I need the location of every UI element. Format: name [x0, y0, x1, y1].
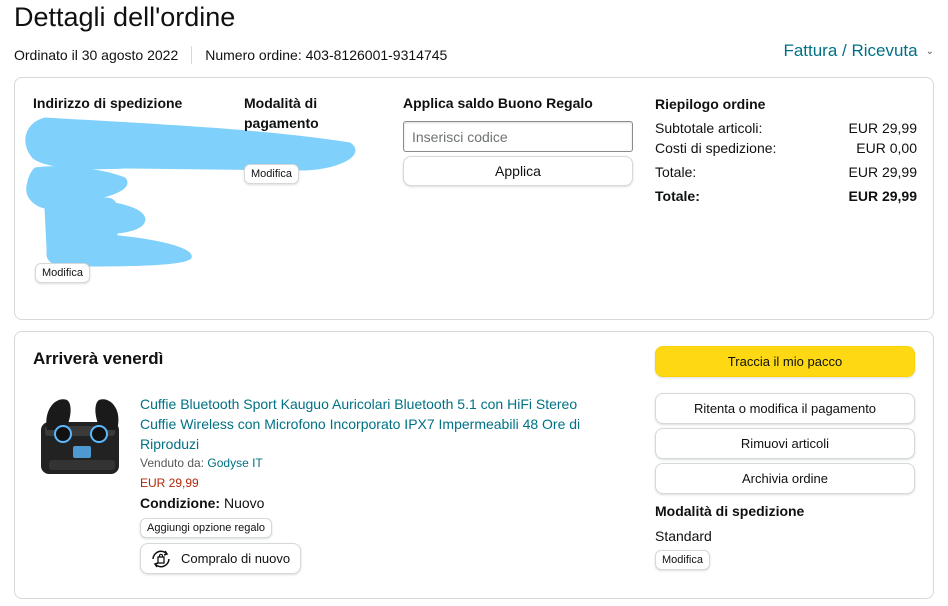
delivery-estimate-heading: Arriverà venerdì	[33, 349, 164, 368]
summary-row-grand-total: Totale: EUR 29,99	[655, 188, 917, 204]
order-date: Ordinato il 30 agosto 2022	[14, 47, 179, 63]
shipping-method-heading: Modalità di spedizione	[655, 503, 805, 519]
summary-row-shipping: Costi di spedizione: EUR 0,00	[655, 140, 917, 156]
add-gift-option-button[interactable]: Aggiungi opzione regalo	[140, 518, 273, 538]
seller-link[interactable]: Godyse IT	[207, 456, 262, 470]
buy-again-icon	[152, 550, 170, 567]
shipping-address-modify-button[interactable]: Modifica	[35, 263, 90, 283]
payment-method-heading: Modalità di pagamento	[244, 93, 319, 133]
product-image[interactable]	[37, 390, 127, 490]
invoice-link-label: Fattura / Ricevuta	[783, 41, 918, 60]
condition-label: Condizione:	[140, 495, 221, 511]
invoice-dropdown[interactable]: Fattura / Ricevuta ⌄	[783, 41, 934, 61]
track-package-button[interactable]: Traccia il mio pacco	[655, 346, 915, 377]
shipping-method-modify-button[interactable]: Modifica	[655, 550, 710, 570]
order-summary-heading: Riepilogo ordine	[655, 96, 766, 112]
meta-divider	[191, 46, 193, 64]
gift-card-heading: Applica saldo Buono Regalo	[403, 95, 593, 111]
summary-row-subtotal: Subtotale articoli: EUR 29,99	[655, 120, 917, 136]
retry-payment-button[interactable]: Ritenta o modifica il pagamento	[655, 393, 915, 424]
summary-row-total: Totale: EUR 29,99	[655, 164, 917, 180]
product-title-link[interactable]: Cuffie Bluetooth Sport Kauguo Auricolari…	[140, 394, 610, 454]
order-number: Numero ordine: 403-8126001-9314745	[205, 47, 448, 63]
remove-items-button[interactable]: Rimuovi articoli	[655, 428, 915, 459]
sold-by: Venduto da: Godyse IT	[140, 456, 263, 470]
apply-gift-button[interactable]: Applica	[403, 156, 633, 186]
sold-by-label: Venduto da:	[140, 456, 205, 470]
order-meta: Ordinato il 30 agosto 2022 Numero ordine…	[14, 46, 447, 64]
page-title: Dettagli dell'ordine	[14, 2, 236, 32]
product-condition: Condizione: Nuovo	[140, 495, 264, 511]
archive-order-button[interactable]: Archivia ordine	[655, 463, 915, 494]
condition-value: Nuovo	[224, 495, 265, 511]
payment-heading-line2: pagamento	[244, 115, 319, 131]
payment-heading-line1: Modalità di	[244, 95, 318, 111]
payment-modify-button[interactable]: Modifica	[244, 164, 299, 184]
shipping-method-value: Standard	[655, 528, 712, 544]
buy-again-button[interactable]: Compralo di nuovo	[140, 543, 302, 574]
gift-code-input[interactable]	[403, 121, 633, 152]
buy-again-label: Compralo di nuovo	[181, 551, 291, 566]
product-price: EUR 29,99	[140, 476, 199, 490]
chevron-down-icon: ⌄	[925, 45, 934, 57]
shipment-box: Arriverà venerdì Cuffie Bluetooth Sport …	[14, 331, 934, 599]
order-summary: Riepilogo ordine Subtotale articoli: EUR…	[655, 94, 917, 206]
order-details-box: Indirizzo di spedizione Modifica Modalit…	[14, 77, 934, 320]
